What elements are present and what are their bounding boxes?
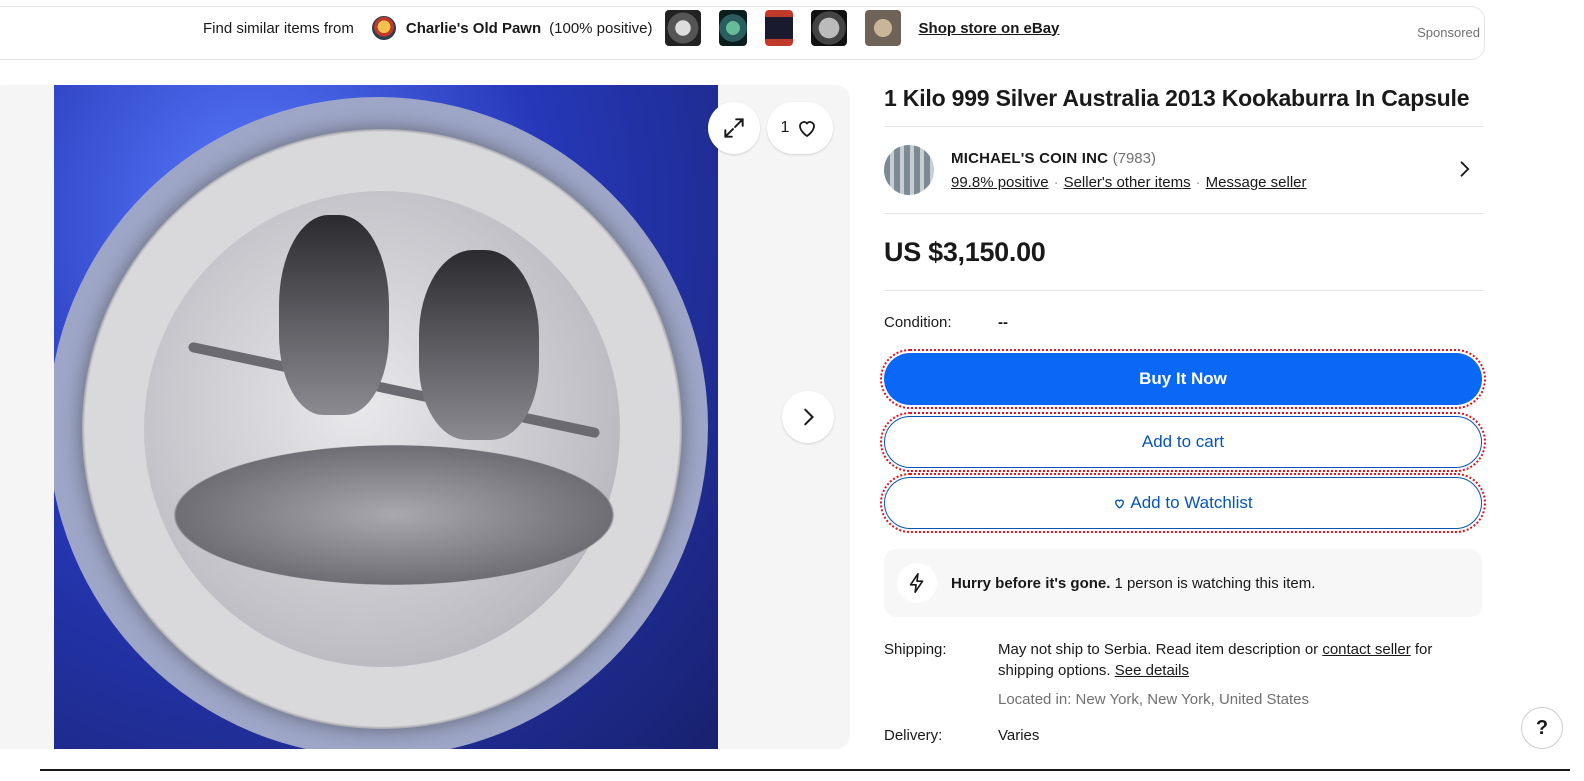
see-details-link[interactable]: See details (1115, 662, 1189, 679)
item-location: Located in: New York, New York, United S… (998, 691, 1310, 708)
hurry-heading: Hurry before it's gone. (951, 574, 1111, 592)
sponsored-store-row: Find similar items from Charlie's Old Pa… (203, 10, 1060, 46)
add-to-cart-button[interactable]: Add to cart (880, 412, 1486, 472)
page-bottom-border (40, 769, 1570, 771)
condition-row: Condition: -- (884, 291, 1484, 353)
shipping-row: Shipping: May not ship to Serbia. Read i… (884, 639, 1484, 710)
store-name[interactable]: Charlie's Old Pawn (406, 20, 541, 37)
listing-details: 1 Kilo 999 Silver Australia 2013 Kookabu… (880, 80, 1486, 744)
message-seller-link[interactable]: Message seller (1206, 174, 1307, 191)
coin-bird-relief (419, 250, 539, 440)
add-to-watchlist-button[interactable]: Add to Watchlist (880, 473, 1486, 533)
find-similar-label: Find similar items from (203, 19, 354, 37)
seller-name[interactable]: MICHAEL'S COIN INC (951, 150, 1108, 167)
watch-heart-button[interactable]: 1 (767, 102, 833, 154)
shipping-label: Shipping: (884, 641, 947, 658)
store-logo-icon[interactable] (371, 16, 396, 40)
delivery-label: Delivery: (884, 727, 943, 744)
seller-avatar[interactable] (884, 145, 934, 195)
coin-bird-relief (279, 215, 389, 415)
seller-other-items-link[interactable]: Seller's other items (1064, 174, 1191, 191)
main-item-photo[interactable] (54, 85, 718, 749)
watch-count: 1 (780, 119, 790, 136)
buy-it-now-button[interactable]: Buy It Now (880, 349, 1486, 409)
item-title: 1 Kilo 999 Silver Australia 2013 Kookabu… (884, 85, 1470, 111)
delivery-row: Delivery: Varies (884, 727, 1484, 744)
chevron-right-icon (804, 408, 815, 426)
separator-dot: · (1195, 173, 1201, 191)
seller-feedback-count: (7983) (1112, 149, 1156, 167)
shop-store-link[interactable]: Shop store on eBay (919, 20, 1060, 37)
similar-item-thumb[interactable] (718, 10, 747, 46)
hurry-text: 1 person is watching this item. (1114, 574, 1316, 592)
heart-icon (799, 121, 816, 138)
next-image-button[interactable] (782, 391, 834, 443)
lightning-icon (897, 563, 937, 603)
item-price: US $3,150.00 (884, 236, 1046, 267)
similar-item-thumb[interactable] (810, 10, 847, 46)
seller-card[interactable]: MICHAEL'S COIN INC (7983) 99.8% positive… (884, 127, 1484, 213)
delivery-value: Varies (998, 727, 1040, 744)
expand-icon (724, 118, 744, 138)
chevron-right-icon[interactable] (1454, 159, 1474, 179)
condition-label: Condition: (884, 313, 952, 331)
store-feedback: (100% positive) (549, 19, 653, 37)
seller-positive-link[interactable]: 99.8% positive (951, 174, 1049, 191)
condition-value: -- (998, 313, 1008, 331)
shipping-text: May not ship to Serbia. Read item descri… (998, 641, 1323, 658)
heart-icon (1115, 499, 1125, 509)
similar-item-thumb[interactable] (764, 10, 793, 46)
separator-dot: · (1053, 173, 1059, 191)
similar-item-thumb[interactable] (664, 10, 701, 46)
expand-image-button[interactable] (708, 102, 760, 154)
add-to-watchlist-label: Add to Watchlist (1130, 493, 1253, 512)
hurry-banner: Hurry before it's gone. 1 person is watc… (884, 549, 1482, 617)
similar-item-thumb[interactable] (864, 10, 901, 46)
image-gallery (0, 85, 850, 749)
coin-lily-relief (174, 445, 614, 585)
sponsored-label: Sponsored (1417, 25, 1480, 40)
help-button[interactable]: ? (1521, 707, 1563, 749)
contact-seller-link[interactable]: contact seller (1322, 641, 1410, 658)
